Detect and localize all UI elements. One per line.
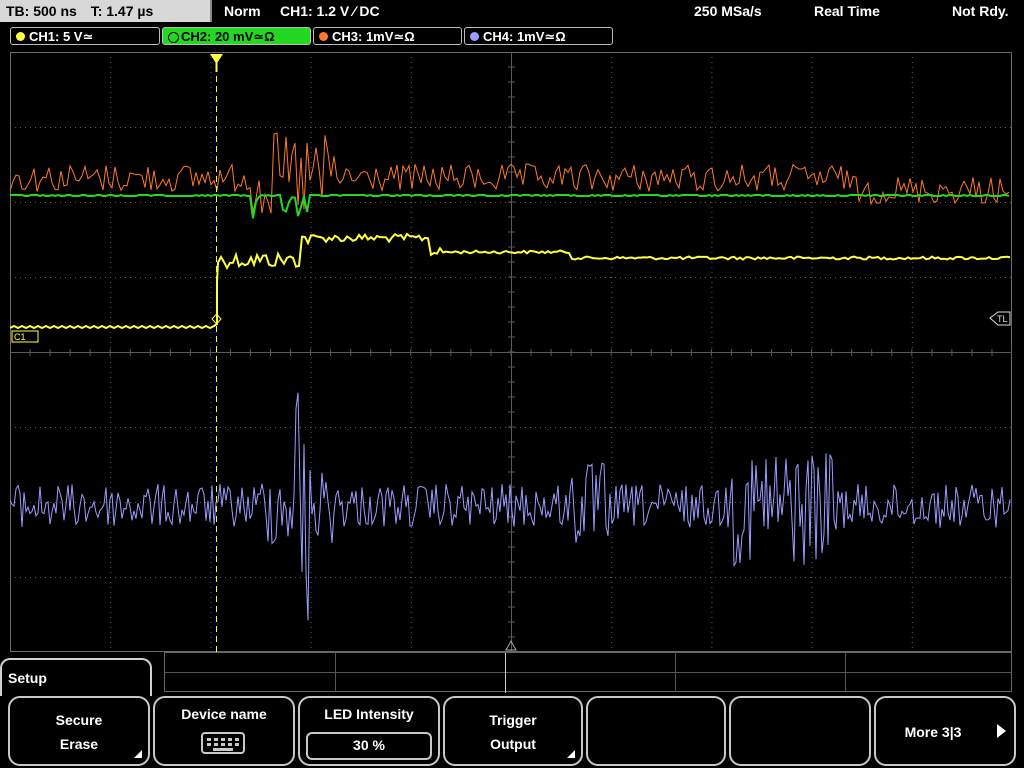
trigger-level-label: TL — [997, 314, 1008, 324]
empty-softkey-6[interactable] — [729, 696, 871, 766]
menu-title: Setup — [0, 658, 152, 696]
timebase-value: TB: 500 ns — [6, 3, 77, 19]
ch4-label: CH4: 1mV≃Ω — [483, 29, 566, 44]
more-label: More 3|3 — [904, 724, 962, 740]
trigger-setting[interactable]: CH1: 1.2 V ∕ DC — [280, 0, 380, 22]
secure-erase-line1: Secure — [55, 712, 103, 728]
next-page-icon — [997, 724, 1006, 738]
channel-tab-ch2[interactable]: CH2: 20 mV≃Ω — [162, 27, 311, 45]
channel-tab-ch3[interactable]: CH3: 1mV≃Ω — [313, 27, 462, 45]
ch4-dot-icon — [470, 32, 479, 41]
device-name-label: Device name — [181, 706, 267, 722]
trigger-time-value: T: 1.47 µs — [90, 3, 154, 19]
empty-softkey-5[interactable] — [586, 696, 726, 766]
ch2-dot-icon — [168, 32, 179, 43]
submenu-arrow-icon — [134, 750, 142, 758]
channel-tab-ch4[interactable]: CH4: 1mV≃Ω — [464, 27, 613, 45]
time-reference-bar — [164, 652, 1012, 693]
ch1-ground-label: C1 — [14, 332, 26, 342]
trigger-output-button[interactable]: Trigger Output — [443, 696, 583, 766]
secure-erase-button[interactable]: Secure Erase — [8, 696, 150, 766]
trigger-output-line1: Trigger — [489, 712, 537, 728]
led-intensity-button[interactable]: LED Intensity 30 % — [298, 696, 440, 766]
keyboard-icon — [201, 732, 245, 754]
trigger-output-line2: Output — [490, 736, 536, 752]
ch1-dot-icon — [16, 32, 25, 41]
ch2-label: CH2: 20 mV≃Ω — [181, 29, 275, 44]
timebase-box[interactable]: TB: 500 ns T: 1.47 µs — [0, 0, 212, 22]
led-intensity-label: LED Intensity — [324, 706, 414, 722]
ch3-label: CH3: 1mV≃Ω — [332, 29, 415, 44]
waveform-display[interactable]: TL C1 — [10, 52, 1012, 652]
submenu-arrow-icon — [567, 750, 575, 758]
trigger-mode[interactable]: Norm — [224, 0, 261, 22]
channel-tab-ch1[interactable]: CH1: 5 V≃ — [10, 27, 160, 45]
softkey-bar: Secure Erase Device name LED Intensity 3… — [0, 696, 1024, 768]
secure-erase-line2: Erase — [59, 736, 99, 752]
acquisition-status: Not Rdy. — [952, 3, 1009, 19]
menu-title-label: Setup — [8, 670, 47, 686]
led-intensity-value: 30 % — [306, 732, 432, 760]
ch1-label: CH1: 5 V≃ — [29, 29, 94, 44]
device-name-button[interactable]: Device name — [153, 696, 295, 766]
sample-rate: 250 MSa/s — [694, 3, 762, 19]
more-button[interactable]: More 3|3 — [874, 696, 1016, 766]
ch3-dot-icon — [319, 32, 328, 41]
acquisition-mode: Real Time — [814, 3, 880, 19]
